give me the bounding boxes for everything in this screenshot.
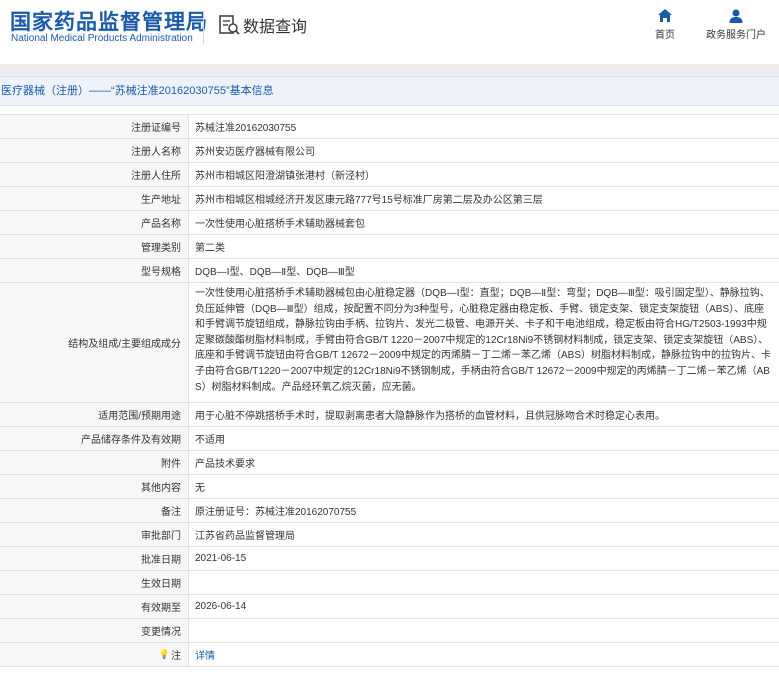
table-row: 注册人名称 苏州安迈医疗器械有限公司 bbox=[0, 139, 779, 163]
lightbulb-icon: 💡 bbox=[158, 649, 170, 659]
row-label: 注 bbox=[171, 651, 181, 662]
row-value: 详情 bbox=[189, 643, 779, 666]
site-logo-en[interactable]: National Medical Products Administration bbox=[11, 33, 193, 44]
table-row: 生效日期 bbox=[0, 571, 779, 595]
row-value bbox=[189, 619, 779, 642]
row-label: 产品名称 bbox=[0, 211, 189, 234]
table-row: 适用范围/预期用途 用于心脏不停跳搭桥手术时，提取剥离患者大隐静脉作为搭桥的血管… bbox=[0, 403, 779, 427]
table-row: 产品名称 一次性使用心脏搭桥手术辅助器械套包 bbox=[0, 211, 779, 235]
header-divider bbox=[203, 10, 204, 44]
row-label: 管理类别 bbox=[0, 235, 189, 258]
table-row: 产品储存条件及有效期 不适用 bbox=[0, 427, 779, 451]
row-label: 注册人名称 bbox=[0, 139, 189, 162]
row-value: DQB—Ⅰ型、DQB—Ⅱ型、DQB—Ⅲ型 bbox=[195, 267, 355, 278]
row-value: 不适用 bbox=[195, 435, 225, 446]
row-value: 原注册证号：苏械注准20162070755 bbox=[195, 507, 357, 518]
table-row: 备注 原注册证号：苏械注准20162070755 bbox=[0, 499, 779, 523]
row-value: 一次性使用心脏搭桥手术辅助器械包由心脏稳定器（DQB—Ⅰ型：直型；DQB—Ⅱ型：… bbox=[195, 288, 771, 393]
row-value: 2026-06-14 bbox=[195, 601, 247, 612]
row-label: 其他内容 bbox=[0, 475, 189, 498]
nav-service-portal-label: 政务服务门户 bbox=[706, 30, 766, 41]
row-value: 2021-06-15 bbox=[195, 553, 247, 564]
header-band bbox=[0, 64, 779, 76]
table-row: 附件 产品技术要求 bbox=[0, 451, 779, 475]
table-row: 审批部门 江苏省药品监督管理局 bbox=[0, 523, 779, 547]
row-value: 苏械注准20162030755 bbox=[195, 123, 297, 134]
table-row: 有效期至 2026-06-14 bbox=[0, 595, 779, 619]
row-value: 第二类 bbox=[195, 243, 225, 254]
table-row: 其他内容 无 bbox=[0, 475, 779, 499]
section-title: 数据查询 bbox=[243, 19, 308, 36]
data-query-icon bbox=[219, 15, 240, 35]
row-value: 江苏省药品监督管理局 bbox=[195, 531, 295, 542]
table-row: 结构及组成/主要组成成分 一次性使用心脏搭桥手术辅助器械包由心脏稳定器（DQB—… bbox=[0, 283, 779, 403]
table-row: 生产地址 苏州市相城区相城经济开发区康元路777号15号标准厂房第二层及办公区第… bbox=[0, 187, 779, 211]
table-row: 注册人住所 苏州市相城区阳澄湖镇张港村（新泾村） bbox=[0, 163, 779, 187]
row-label: 结构及组成/主要组成成分 bbox=[0, 283, 189, 402]
row-value: 用于心脏不停跳搭桥手术时，提取剥离患者大隐静脉作为搭桥的血管材料，且供冠脉吻合术… bbox=[195, 411, 665, 422]
row-label: 型号规格 bbox=[0, 259, 189, 282]
row-value: 苏州市相城区阳澄湖镇张港村（新泾村） bbox=[195, 171, 375, 182]
table-row: 批准日期 2021-06-15 bbox=[0, 547, 779, 571]
details-link[interactable]: 详情 bbox=[195, 647, 215, 662]
row-label-note: 💡 注 bbox=[0, 643, 189, 666]
row-label: 注册人住所 bbox=[0, 163, 189, 186]
row-value: 无 bbox=[195, 483, 205, 494]
row-label: 生产地址 bbox=[0, 187, 189, 210]
table-row: 注册证编号 苏械注准20162030755 bbox=[0, 115, 779, 139]
row-value: 苏州市相城区相城经济开发区康元路777号15号标准厂房第二层及办公区第三层 bbox=[195, 195, 543, 206]
record-title: 医疗器械（注册）——“苏械注准20162030755”基本信息 bbox=[0, 76, 779, 106]
row-label: 备注 bbox=[0, 499, 189, 522]
table-row: 型号规格 DQB—Ⅰ型、DQB—Ⅱ型、DQB—Ⅲ型 bbox=[0, 259, 779, 283]
row-value bbox=[189, 571, 779, 594]
table-row: 管理类别 第二类 bbox=[0, 235, 779, 259]
row-value: 苏州安迈医疗器械有限公司 bbox=[195, 147, 315, 158]
user-icon bbox=[729, 9, 743, 23]
table-row: 💡 注 详情 bbox=[0, 643, 779, 667]
nav-service-portal[interactable]: 政务服务门户 bbox=[704, 8, 768, 41]
row-label: 适用范围/预期用途 bbox=[0, 403, 189, 426]
row-label: 变更情况 bbox=[0, 619, 189, 642]
row-label: 批准日期 bbox=[0, 547, 189, 570]
site-header: 国家药品监督管理局 National Medical Products Admi… bbox=[0, 0, 779, 64]
row-label: 产品储存条件及有效期 bbox=[0, 427, 189, 450]
nav-home-label: 首页 bbox=[655, 30, 675, 41]
row-label: 注册证编号 bbox=[0, 115, 189, 138]
row-label: 附件 bbox=[0, 451, 189, 474]
table-row: 变更情况 bbox=[0, 619, 779, 643]
row-label: 有效期至 bbox=[0, 595, 189, 618]
row-value: 产品技术要求 bbox=[195, 459, 255, 470]
nav-home[interactable]: 首页 bbox=[650, 8, 680, 41]
row-value: 一次性使用心脏搭桥手术辅助器械套包 bbox=[195, 219, 365, 230]
home-icon bbox=[658, 9, 672, 22]
row-label: 审批部门 bbox=[0, 523, 189, 546]
info-table: 注册证编号 苏械注准20162030755 注册人名称 苏州安迈医疗器械有限公司… bbox=[0, 114, 779, 667]
site-logo-cn[interactable]: 国家药品监督管理局 bbox=[10, 6, 208, 36]
row-label: 生效日期 bbox=[0, 571, 189, 594]
